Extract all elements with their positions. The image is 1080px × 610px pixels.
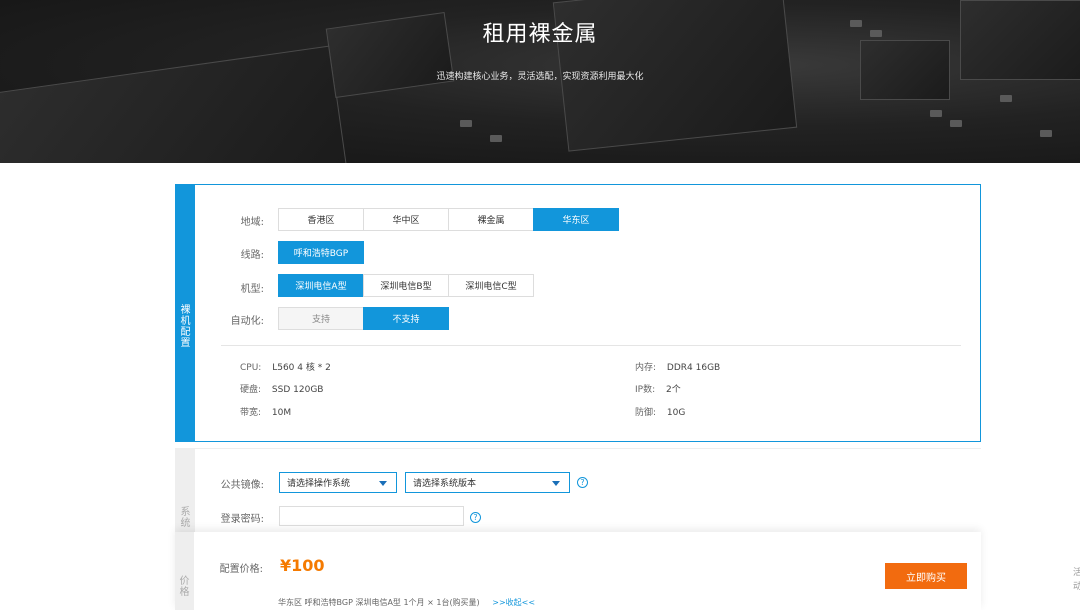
spec-disk-label: 硬盘: [240, 385, 262, 395]
image-label: 公共镜像: [220, 480, 264, 491]
region-option-selected[interactable]: 华东区 [533, 208, 619, 231]
version-select-value: 请选择系统版本 [413, 479, 477, 489]
circuit-decoration [490, 135, 502, 142]
price-bar: 价格 配置价格: ¥100 立即购买 华东区 呼和浩特BGP 深圳电信A型 1个… [175, 532, 981, 610]
spec-bandwidth: 带宽: 10M [240, 405, 291, 418]
automation-label: 自动化: [230, 316, 264, 327]
spec-defense-value: 10G [666, 408, 686, 418]
spec-ip-value: 2个 [666, 385, 681, 395]
order-summary-text: 华东区 呼和浩特BGP 深圳电信A型 1个月 × 1台(购买量) [278, 598, 480, 607]
price-side-label: 价格 [179, 576, 190, 598]
order-summary: 华东区 呼和浩特BGP 深圳电信A型 1个月 × 1台(购买量) >>收起<< [278, 597, 535, 608]
circuit-decoration [460, 120, 472, 127]
circuit-decoration [0, 45, 347, 163]
os-select[interactable]: 请选择操作系统 [279, 472, 397, 493]
config-side-bar: 裸机配置 [176, 185, 195, 441]
config-side-label: 裸机配置 [180, 305, 191, 349]
line-option-selected[interactable]: 呼和浩特BGP [278, 241, 364, 264]
spec-bandwidth-value: 10M [271, 408, 292, 418]
circuit-decoration [1040, 130, 1052, 137]
config-panel: 裸机配置 地域: 香港区 华中区 裸金属 华东区 线路: 呼和浩特BGP 机型:… [175, 184, 981, 442]
page-title: 租用裸金属 [482, 22, 598, 47]
spec-disk: 硬盘: SSD 120GB [240, 382, 323, 395]
spec-cpu-value: L560 4 核 * 2 [272, 363, 331, 373]
circuit-decoration [930, 110, 942, 117]
spec-memory-value: DDR4 16GB [666, 363, 721, 373]
os-select-value: 请选择操作系统 [287, 479, 351, 489]
help-icon[interactable]: ? [470, 512, 481, 523]
automation-option-selected[interactable]: 不支持 [363, 307, 449, 330]
line-label: 线路: [240, 250, 264, 261]
spec-bandwidth-label: 带宽: [240, 408, 262, 418]
password-label: 登录密码: [220, 514, 264, 525]
version-select[interactable]: 请选择系统版本 [405, 472, 570, 493]
spec-disk-value: SSD 120GB [271, 385, 324, 395]
model-option[interactable]: 深圳电信B型 [363, 274, 449, 297]
spec-memory-label: 内存: [635, 363, 657, 373]
region-label: 地域: [240, 217, 264, 228]
spec-defense-label: 防御: [635, 408, 657, 418]
circuit-decoration [950, 120, 962, 127]
system-section: 系统 公共镜像: 请选择操作系统 请选择系统版本 ? 登录密码: ? [175, 448, 981, 538]
system-side-label: 系统 [180, 507, 191, 529]
page-subtitle: 迅速构建核心业务，灵活选配，实现资源利用最大化 [436, 72, 644, 82]
region-option[interactable]: 裸金属 [448, 208, 534, 231]
model-option[interactable]: 深圳电信C型 [448, 274, 534, 297]
model-selector: 深圳电信A型 深圳电信B型 深圳电信C型 [278, 274, 534, 297]
spec-defense: 防御: 10G [635, 405, 685, 418]
help-icon[interactable]: ? [577, 477, 588, 488]
spec-ip-label: IP数: [635, 385, 656, 395]
circuit-decoration [1000, 95, 1012, 102]
spec-ip: IP数: 2个 [635, 382, 681, 395]
password-input[interactable] [279, 506, 464, 526]
automation-option[interactable]: 支持 [278, 307, 364, 330]
region-option[interactable]: 华中区 [363, 208, 449, 231]
model-label: 机型: [240, 284, 264, 295]
region-option[interactable]: 香港区 [278, 208, 364, 231]
collapse-link[interactable]: >>收起<< [492, 598, 535, 607]
hero-banner: 租用裸金属 迅速构建核心业务，灵活选配，实现资源利用最大化 [0, 0, 1080, 163]
price-label: 配置价格: [219, 564, 263, 575]
spec-cpu: CPU: L560 4 核 * 2 [240, 360, 331, 373]
section-divider [221, 345, 961, 346]
spec-cpu-label: CPU: [240, 363, 262, 373]
dropdown-arrow-icon [552, 481, 560, 486]
floating-side-tab[interactable]: 活动 [1073, 566, 1080, 594]
dropdown-arrow-icon [379, 481, 387, 486]
system-side-bar: 系统 [176, 449, 195, 538]
automation-selector: 支持 不支持 [278, 307, 449, 330]
region-selector: 香港区 华中区 裸金属 华东区 [278, 208, 619, 231]
buy-now-button[interactable]: 立即购买 [885, 563, 967, 589]
line-selector: 呼和浩特BGP [278, 241, 364, 264]
model-option-selected[interactable]: 深圳电信A型 [278, 274, 364, 297]
price-side-bar: 价格 [175, 532, 194, 610]
price-amount: ¥100 [280, 556, 325, 575]
spec-memory: 内存: DDR4 16GB [635, 360, 720, 373]
